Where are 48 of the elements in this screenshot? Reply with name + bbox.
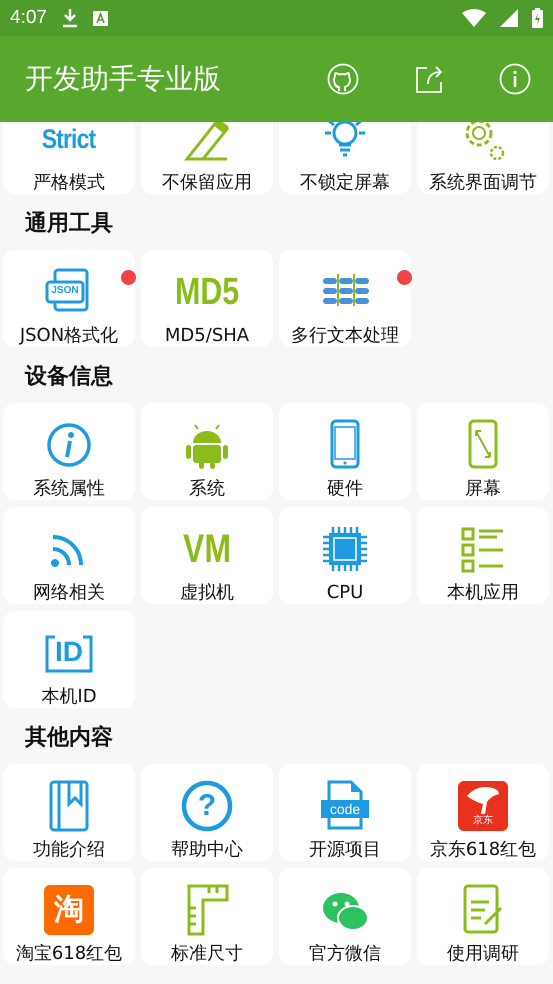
jd-app-icon <box>455 778 511 834</box>
tool-tile[interactable]: 本机应用 <box>417 507 549 604</box>
battery-icon <box>532 8 543 28</box>
tool-tile[interactable]: 硬件 <box>279 403 411 500</box>
icon-label: 淘 <box>54 895 84 925</box>
icon-label: code <box>328 801 362 817</box>
tool-tile[interactable]: code 开源项目 <box>279 764 411 861</box>
tool-tile[interactable]: 不保留应用 <box>141 122 273 194</box>
tool-tile[interactable]: JSON JSON格式化 <box>3 250 135 347</box>
tool-tile[interactable]: ? 帮助中心 <box>141 764 273 861</box>
info-icon <box>499 63 531 95</box>
tool-tile[interactable]: 使用调研 <box>417 868 549 965</box>
taobao-app-icon <box>41 882 97 938</box>
keyboard-icon <box>92 10 108 26</box>
tool-tile[interactable]: 京东 京东618红包 <box>417 764 549 861</box>
tool-tile[interactable]: Strict 严格模式 <box>3 122 135 194</box>
tool-tile[interactable]: 网络相关 <box>3 507 135 604</box>
signal-icon <box>500 9 518 27</box>
github-icon <box>327 63 359 95</box>
tool-tile[interactable]: MD5 MD5/SHA <box>141 250 273 347</box>
tool-tile[interactable]: 屏幕 <box>417 403 549 500</box>
help-icon <box>179 778 235 834</box>
wifi-icon <box>462 9 486 27</box>
tool-tile[interactable]: CPU <box>279 507 411 604</box>
section-heading: 设备信息 <box>24 363 114 391</box>
app-title: 开发助手专业版 <box>25 61 222 97</box>
icon-label: 京东 <box>472 814 494 827</box>
strict-logo: Strict <box>42 126 96 152</box>
section-heading: 通用工具 <box>24 210 114 238</box>
download-icon <box>60 8 79 28</box>
tool-tile[interactable]: 系统界面调节 <box>417 122 549 194</box>
icon-label: ? <box>198 791 216 821</box>
tool-tile[interactable]: 官方微信 <box>279 868 411 965</box>
tool-tile[interactable]: 多行文本处理 <box>279 250 411 347</box>
tool-tile[interactable]: 功能介绍 <box>3 764 135 861</box>
tool-tile[interactable]: 系统属性 <box>3 403 135 500</box>
tool-tile[interactable]: 不锁定屏幕 <box>279 122 411 194</box>
tool-tile[interactable]: VM 虚拟机 <box>141 507 273 604</box>
md5-logo: MD5 <box>174 273 240 311</box>
vm-logo: VM <box>183 529 231 569</box>
tool-tile[interactable]: 淘 淘宝618红包 <box>3 868 135 965</box>
icon-label: ID <box>55 638 83 666</box>
tool-tile[interactable]: 标准尺寸 <box>141 868 273 965</box>
section-heading: 其他内容 <box>24 724 114 752</box>
tool-tile[interactable]: ID 本机ID <box>3 611 135 708</box>
status-time: 4:07 <box>10 7 47 29</box>
icon-label: JSON <box>50 285 80 296</box>
tool-tile[interactable]: 系统 <box>141 403 273 500</box>
